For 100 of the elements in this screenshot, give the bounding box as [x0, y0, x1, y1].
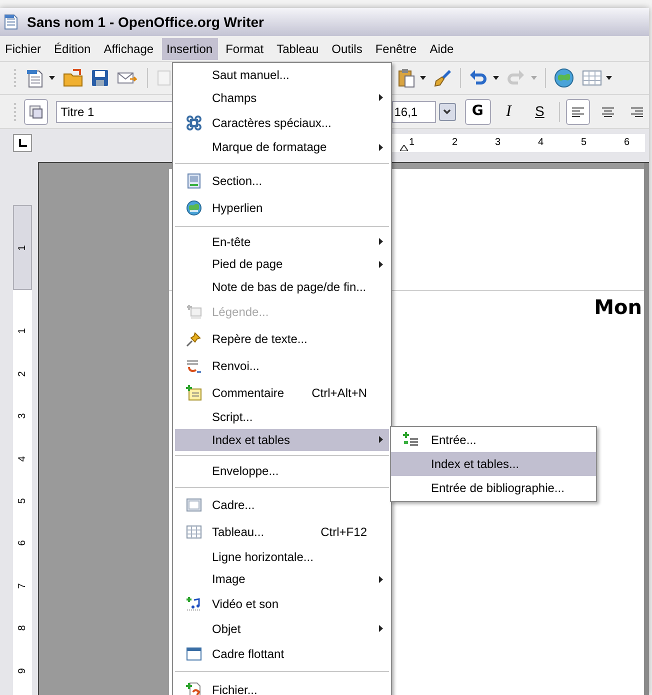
- section-icon: [186, 173, 202, 189]
- font-size-field[interactable]: 16,1: [392, 100, 436, 122]
- menu-item[interactable]: En-tête: [175, 230, 389, 253]
- dropdown-caret-icon[interactable]: [493, 76, 499, 80]
- menu-bar-item[interactable]: Aide: [424, 38, 459, 60]
- table-icon: [186, 524, 202, 540]
- ruler-number: 6: [18, 540, 28, 546]
- window-frame-icon: [186, 646, 202, 662]
- pushpin-icon: [186, 330, 202, 346]
- menu-item[interactable]: Note de bas de page/de fin...: [175, 276, 389, 298]
- menu-bar-item[interactable]: Affichage: [98, 38, 159, 60]
- submenu-arrow-icon: [379, 625, 383, 632]
- command-symbol-icon: [186, 114, 202, 130]
- menu-item[interactable]: Index et tables: [175, 428, 389, 451]
- menu-bar-item[interactable]: Insertion: [162, 38, 218, 60]
- new-document-icon[interactable]: [25, 68, 45, 88]
- dropdown-caret-icon[interactable]: [420, 76, 426, 80]
- menu-item[interactable]: Cadre flottant: [175, 640, 389, 667]
- menu-item[interactable]: Enveloppe...: [175, 460, 389, 482]
- paintbrush-icon[interactable]: [434, 69, 452, 87]
- ruler-number: 1: [409, 137, 415, 148]
- dropdown-button[interactable]: [438, 102, 456, 120]
- menu-bar-item[interactable]: Édition: [49, 38, 96, 60]
- menu-item[interactable]: Repère de texte...: [175, 325, 389, 352]
- list-add-icon: [403, 432, 419, 448]
- ruler-number: 3: [18, 413, 28, 419]
- menu-item[interactable]: Renvoi...: [175, 352, 389, 379]
- menu-bar-item[interactable]: Tableau: [272, 38, 324, 60]
- align-left-button[interactable]: [566, 98, 590, 124]
- undo-icon[interactable]: [469, 69, 487, 87]
- dropdown-caret-icon[interactable]: [49, 76, 55, 80]
- ruler-number: 4: [18, 456, 28, 462]
- toolbar-grip-icon: [14, 102, 17, 122]
- menu-item[interactable]: Ligne horizontale...: [175, 546, 389, 568]
- submenu-arrow-icon: [379, 576, 383, 583]
- submenu-arrow-icon: [379, 260, 383, 268]
- submenu-arrow-icon: [379, 94, 383, 102]
- music-note-icon: [186, 596, 202, 612]
- menu-item[interactable]: Script...: [175, 406, 389, 428]
- menu-item[interactable]: Cadre...: [175, 492, 389, 518]
- menu-bar-item[interactable]: Format: [220, 38, 269, 60]
- ruler-number: 1: [18, 244, 28, 250]
- format-button[interactable]: S: [526, 98, 553, 124]
- menu-item[interactable]: Pied de page: [175, 253, 389, 276]
- chevron-down-icon: [443, 108, 452, 114]
- comment-icon: [186, 384, 202, 400]
- ruler-number: 5: [18, 498, 28, 504]
- styles-icon: [28, 104, 44, 120]
- format-button[interactable]: I: [496, 98, 522, 124]
- menu-item[interactable]: Hyperlien: [175, 194, 389, 222]
- document-icon: [3, 14, 19, 30]
- navigator-icon[interactable]: [554, 68, 574, 88]
- submenu-arrow-icon: [379, 238, 383, 246]
- menu-item[interactable]: Section...: [175, 168, 389, 194]
- align-left-icon: [572, 106, 584, 116]
- menu-item[interactable]: Commentaire Ctrl+Alt+N: [175, 379, 389, 406]
- format-button[interactable]: G: [464, 98, 491, 124]
- align-right-icon: [630, 106, 643, 116]
- menu-bar-item[interactable]: Outils: [326, 38, 368, 60]
- ruler-number: 9: [18, 668, 28, 674]
- window-title: Sans nom 1 - OpenOffice.org Writer: [27, 12, 264, 32]
- menu-item[interactable]: Index et tables...: [391, 452, 596, 476]
- menu-item[interactable]: Entrée...: [391, 428, 596, 452]
- folder-icon[interactable]: [63, 68, 83, 88]
- indent-marker-icon: [400, 144, 408, 150]
- ruler-number: 2: [18, 371, 28, 377]
- menu-item[interactable]: Objet: [175, 618, 389, 640]
- shortcut-label: Ctrl+F12: [320, 524, 367, 541]
- menu-item[interactable]: Entrée de bibliographie...: [391, 476, 596, 500]
- menu-item[interactable]: Marque de formatage: [175, 136, 389, 158]
- menu-item[interactable]: Fichier...: [175, 676, 389, 695]
- ruler-number: 8: [18, 625, 28, 631]
- caption-icon: [186, 304, 202, 320]
- menu-bar-item[interactable]: Fenêtre: [370, 38, 422, 60]
- menu-item[interactable]: Image: [175, 568, 389, 590]
- ruler-number: 7: [18, 582, 28, 589]
- ruler-number: 1: [18, 328, 28, 334]
- ruler-number: 3: [495, 137, 501, 148]
- menu-bar-item[interactable]: Fichier: [0, 38, 46, 60]
- tab-stop-button[interactable]: [13, 134, 32, 152]
- submenu-arrow-icon: [379, 144, 383, 151]
- clipboard-icon[interactable]: [396, 68, 416, 88]
- styles-button[interactable]: [24, 98, 48, 124]
- menu-item[interactable]: Tableau... Ctrl+F12: [175, 518, 389, 546]
- cross-reference-icon: [186, 358, 202, 374]
- ruler-number: 2: [452, 137, 458, 148]
- ruler-number: 6: [624, 137, 630, 148]
- frame-icon: [186, 497, 202, 513]
- toolbar-grip-icon: [14, 68, 17, 88]
- heading-text: Mon: [594, 297, 642, 317]
- submenu-arrow-icon: [379, 436, 383, 444]
- menu-item[interactable]: Vidéo et son: [175, 590, 389, 618]
- align-center-icon: [602, 106, 614, 116]
- ruler-number: 5: [581, 137, 587, 148]
- shortcut-label: Ctrl+Alt+N: [312, 384, 367, 402]
- envelope-icon[interactable]: [117, 70, 137, 86]
- dropdown-caret-icon[interactable]: [606, 76, 612, 80]
- globe-icon: [186, 200, 202, 216]
- left-tab-icon: [18, 138, 26, 146]
- menu-item[interactable]: Saut manuel...: [175, 64, 389, 86]
